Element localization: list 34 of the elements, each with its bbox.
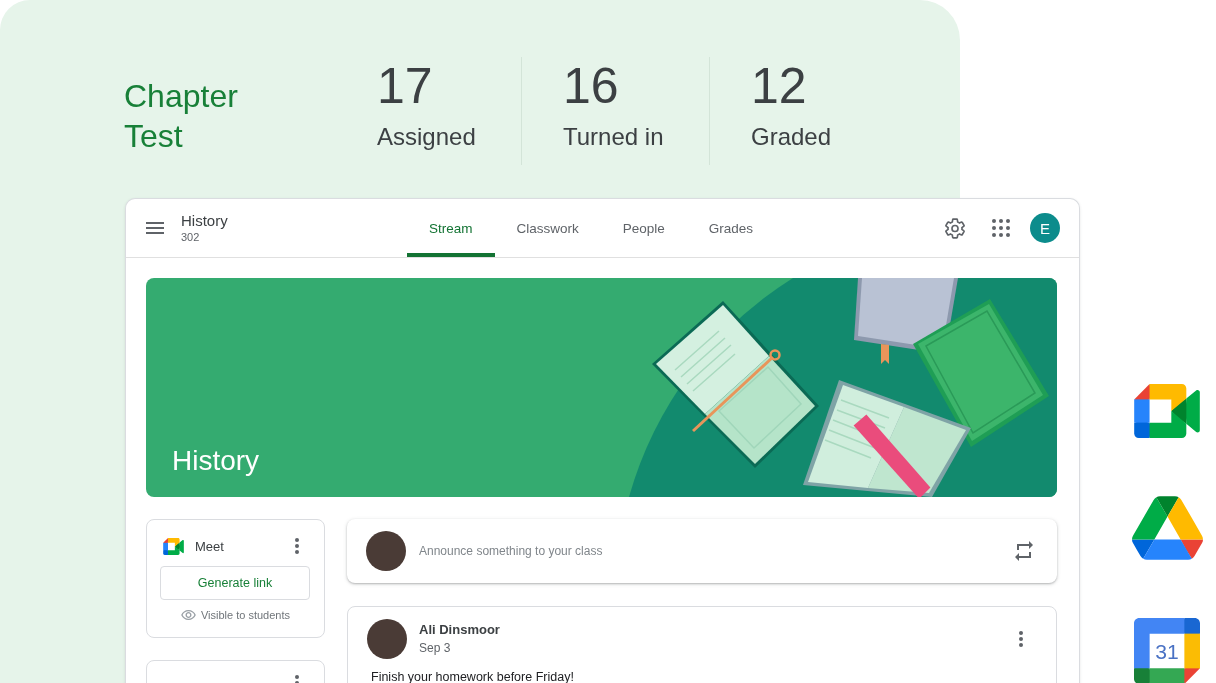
post-text: Finish your homework before Friday! [371, 669, 574, 683]
settings-icon[interactable] [945, 217, 965, 239]
class-section: 302 [181, 230, 228, 244]
stat-label: Turned in [563, 122, 664, 152]
tab[interactable]: People [600, 199, 687, 257]
stat-value: 12 [751, 57, 807, 115]
tab[interactable]: Stream [407, 199, 495, 257]
stat-value: 17 [377, 57, 433, 115]
stat-value: 16 [563, 57, 619, 115]
video-camera-icon [163, 537, 184, 555]
tab[interactable]: Grades [686, 199, 776, 257]
stat-label: Assigned [377, 122, 476, 152]
post-date: Sep 3 [419, 640, 452, 657]
card-title: Meet [195, 538, 224, 554]
account-avatar[interactable]: E [1030, 213, 1060, 243]
apps-grid-icon[interactable] [992, 219, 1010, 237]
more-icon[interactable] [295, 538, 299, 554]
visibility-note: Visible to students [200, 609, 291, 621]
avatar-placeholder [367, 619, 407, 659]
eye-icon [180, 610, 196, 620]
author-name: Ali Dinsmoor [419, 621, 500, 639]
triangle-icon[interactable] [1131, 496, 1203, 560]
generate-link-button[interactable]: Generate link [160, 566, 310, 600]
tab[interactable]: Classwork [494, 199, 601, 257]
loop-arrows-icon[interactable] [1015, 541, 1033, 561]
video-camera-icon[interactable] [1134, 384, 1200, 438]
more-icon[interactable] [1019, 631, 1023, 647]
menu-icon[interactable] [146, 222, 164, 234]
avatar-placeholder [366, 531, 406, 571]
stat-label: Graded [751, 122, 832, 152]
assignment-title: Chapter Test [124, 77, 239, 156]
class-name: History [181, 212, 228, 230]
announce-prompt[interactable]: Announce something to your class [419, 544, 603, 558]
banner-title: History [172, 444, 260, 478]
